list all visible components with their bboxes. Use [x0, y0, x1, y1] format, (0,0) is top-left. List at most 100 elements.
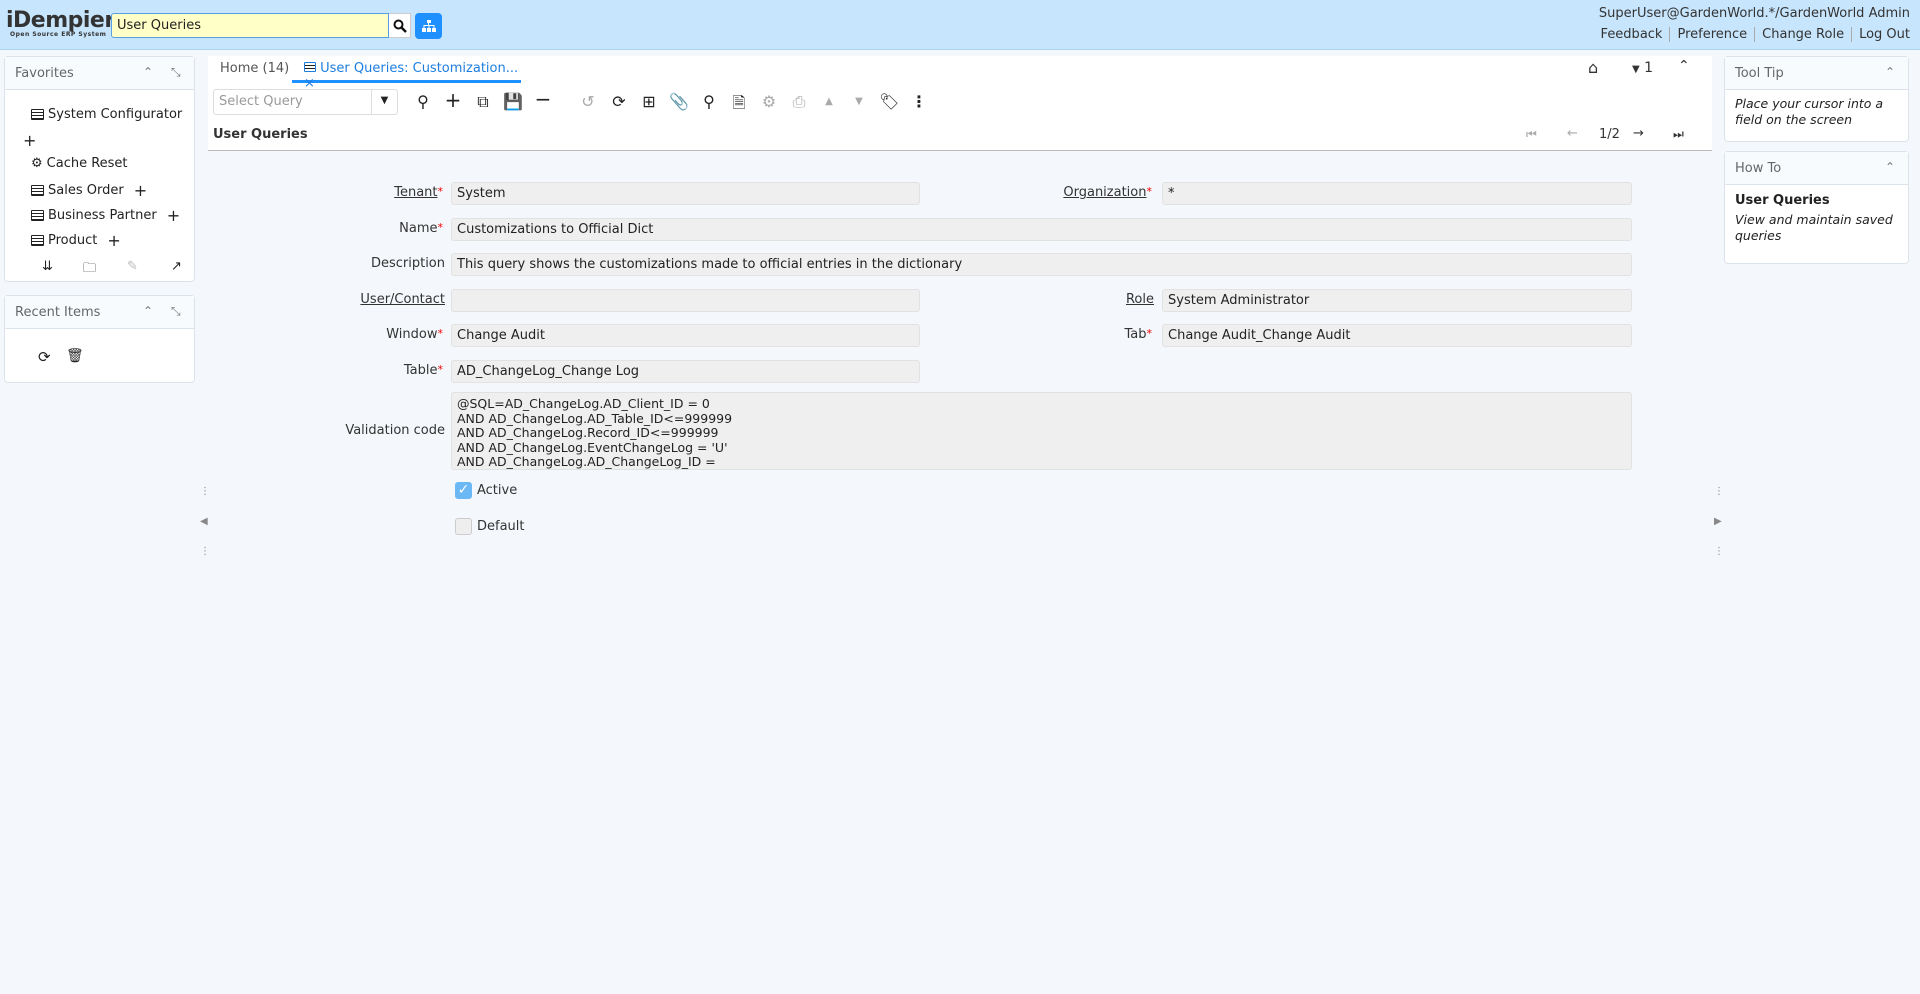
favorites-header: Favorites ⌃ ⤡: [5, 57, 194, 90]
tooltip-header: Tool Tip ⌃: [1725, 57, 1908, 90]
logout-link[interactable]: Log Out: [1851, 27, 1910, 42]
first-record-icon[interactable]: ⏮: [1526, 127, 1537, 142]
validation-code-label: Validation code: [345, 423, 445, 438]
top-header: iDempiereOpen Source ERP System SuperUse…: [0, 0, 1920, 50]
preference-link[interactable]: Preference: [1669, 27, 1754, 42]
home-icon[interactable]: ⌂: [1588, 58, 1598, 77]
form-area: [208, 151, 1712, 994]
name-field[interactable]: Customizations to Official Dict: [451, 218, 1632, 241]
delete-icon[interactable]: −: [533, 87, 553, 111]
back-arrow-icon[interactable]: ←: [1567, 126, 1578, 141]
collapse-icon[interactable]: ⌃: [143, 65, 153, 79]
list-icon: [31, 235, 44, 246]
favorite-item[interactable]: Business Partner +: [31, 206, 180, 225]
collapse-icon[interactable]: ⌃: [1885, 65, 1895, 79]
expand-all-icon[interactable]: ⇊: [42, 259, 53, 274]
save-icon[interactable]: 💾: [503, 92, 523, 111]
collapse-all-icon[interactable]: ⌃: [1678, 58, 1690, 74]
refresh-icon[interactable]: ⟳: [609, 92, 629, 111]
organization-label: Organization*: [1063, 185, 1152, 200]
favorite-item[interactable]: ⚙ Cache Reset: [31, 156, 128, 171]
role-field[interactable]: System Administrator: [1162, 289, 1632, 312]
copy-icon[interactable]: ⧉: [473, 92, 493, 112]
process-gear-icon[interactable]: ⚙: [759, 92, 779, 111]
active-checkbox[interactable]: ✓: [455, 482, 472, 499]
table-label: Table*: [403, 363, 443, 378]
favorite-item[interactable]: System Configurator: [31, 107, 182, 122]
favorite-item[interactable]: Sales Order +: [31, 181, 147, 200]
validation-code-textarea[interactable]: @SQL=AD_ChangeLog.AD_Client_ID = 0 AND A…: [451, 392, 1632, 470]
organization-field[interactable]: *: [1162, 182, 1632, 205]
report-icon[interactable]: 🗎: [729, 92, 749, 119]
trash-icon[interactable]: 🗑: [66, 348, 84, 364]
splitter-handle-left[interactable]: ⋮: [200, 546, 210, 557]
user-contact-label: User/Contact: [360, 292, 445, 307]
collapse-icon[interactable]: ⌃: [143, 304, 153, 318]
howto-header: How To ⌃: [1725, 152, 1908, 185]
zoom-across-icon[interactable]: ⚲: [699, 92, 719, 111]
window-field[interactable]: Change Audit: [451, 324, 920, 347]
favorite-item[interactable]: Product +: [31, 231, 121, 250]
tab-user-queries[interactable]: User Queries: Customization... ×: [292, 56, 521, 91]
edit-icon[interactable]: ✎: [127, 259, 138, 274]
list-icon: [31, 185, 44, 196]
description-field[interactable]: This query shows the customizations made…: [451, 253, 1632, 276]
howto-panel: How To ⌃ User Queries View and maintain s…: [1724, 151, 1909, 264]
tab-field[interactable]: Change Audit_Change Audit: [1162, 324, 1632, 347]
attachment-icon[interactable]: 📎: [669, 92, 689, 111]
collapse-right-icon[interactable]: ▶: [1714, 516, 1722, 527]
grid-toggle-icon[interactable]: ⊞: [639, 92, 659, 111]
chevron-down-icon[interactable]: ▼: [371, 90, 397, 114]
default-label: Default: [477, 519, 525, 534]
collapse-icon[interactable]: ⌃: [1885, 160, 1895, 174]
more-icon[interactable]: ⋮: [909, 92, 929, 111]
expand-icon[interactable]: ⤡: [171, 304, 181, 319]
change-role-link[interactable]: Change Role: [1754, 27, 1851, 42]
splitter-handle-right[interactable]: ⋮: [1714, 486, 1724, 497]
tab-home[interactable]: Home (14): [220, 56, 289, 83]
menu-tree-button[interactable]: [415, 13, 442, 39]
tooltip-text: Place your cursor into a field on the sc…: [1735, 96, 1884, 127]
splitter-handle-left[interactable]: ⋮: [200, 486, 210, 497]
default-checkbox[interactable]: [455, 518, 472, 535]
tag-icon[interactable]: 🏷: [879, 92, 899, 111]
undo-icon[interactable]: ↺: [578, 92, 598, 111]
table-field[interactable]: AD_ChangeLog_Change Log: [451, 360, 920, 383]
last-record-icon[interactable]: ⏭: [1673, 127, 1684, 142]
window-label: Window*: [386, 327, 443, 342]
page-title: User Queries: [213, 127, 308, 142]
new-record-icon[interactable]: +: [443, 88, 463, 112]
tab-label: Tab*: [1124, 327, 1152, 342]
select-query-combobox[interactable]: Select Query ▼: [213, 89, 398, 115]
active-label: Active: [477, 483, 518, 498]
folder-icon[interactable]: 🗀: [83, 259, 96, 281]
global-search-input[interactable]: [111, 13, 389, 38]
search-button[interactable]: [389, 13, 411, 38]
previous-record-icon[interactable]: ▲: [819, 96, 839, 107]
add-icon[interactable]: +: [167, 206, 180, 225]
tenant-field[interactable]: System: [451, 182, 920, 205]
sitemap-icon: [421, 20, 436, 32]
expand-icon[interactable]: ⤡: [171, 65, 181, 80]
favorites-panel: Favorites ⌃ ⤡ System Configurator + ⚙ Cach…: [4, 56, 195, 282]
refresh-icon[interactable]: ⟳: [38, 348, 51, 366]
print-icon[interactable]: ⎙: [789, 92, 809, 112]
recent-items-panel: Recent Items ⌃ ⤡ ⟳ 🗑: [4, 295, 195, 383]
share-icon[interactable]: ↗: [171, 259, 182, 274]
role-label: Role: [1125, 292, 1154, 307]
user-contact-field[interactable]: [451, 289, 920, 312]
add-icon[interactable]: +: [107, 231, 120, 250]
find-icon[interactable]: ⚲: [413, 92, 433, 111]
splitter-handle-right[interactable]: ⋮: [1714, 546, 1724, 557]
user-info: SuperUser@GardenWorld.*/GardenWorld Admi…: [1598, 6, 1910, 21]
forward-arrow-icon[interactable]: →: [1633, 126, 1644, 141]
add-icon[interactable]: +: [23, 131, 36, 150]
collapse-left-icon[interactable]: ◀: [200, 516, 208, 527]
next-record-icon[interactable]: ▼: [849, 96, 869, 107]
navigation-dropdown[interactable]: ▼ 1: [1632, 60, 1653, 76]
howto-heading: User Queries: [1735, 193, 1830, 208]
search-icon: [393, 19, 407, 33]
list-icon: [31, 210, 44, 221]
add-icon[interactable]: +: [134, 181, 147, 200]
feedback-link[interactable]: Feedback: [1594, 27, 1670, 42]
